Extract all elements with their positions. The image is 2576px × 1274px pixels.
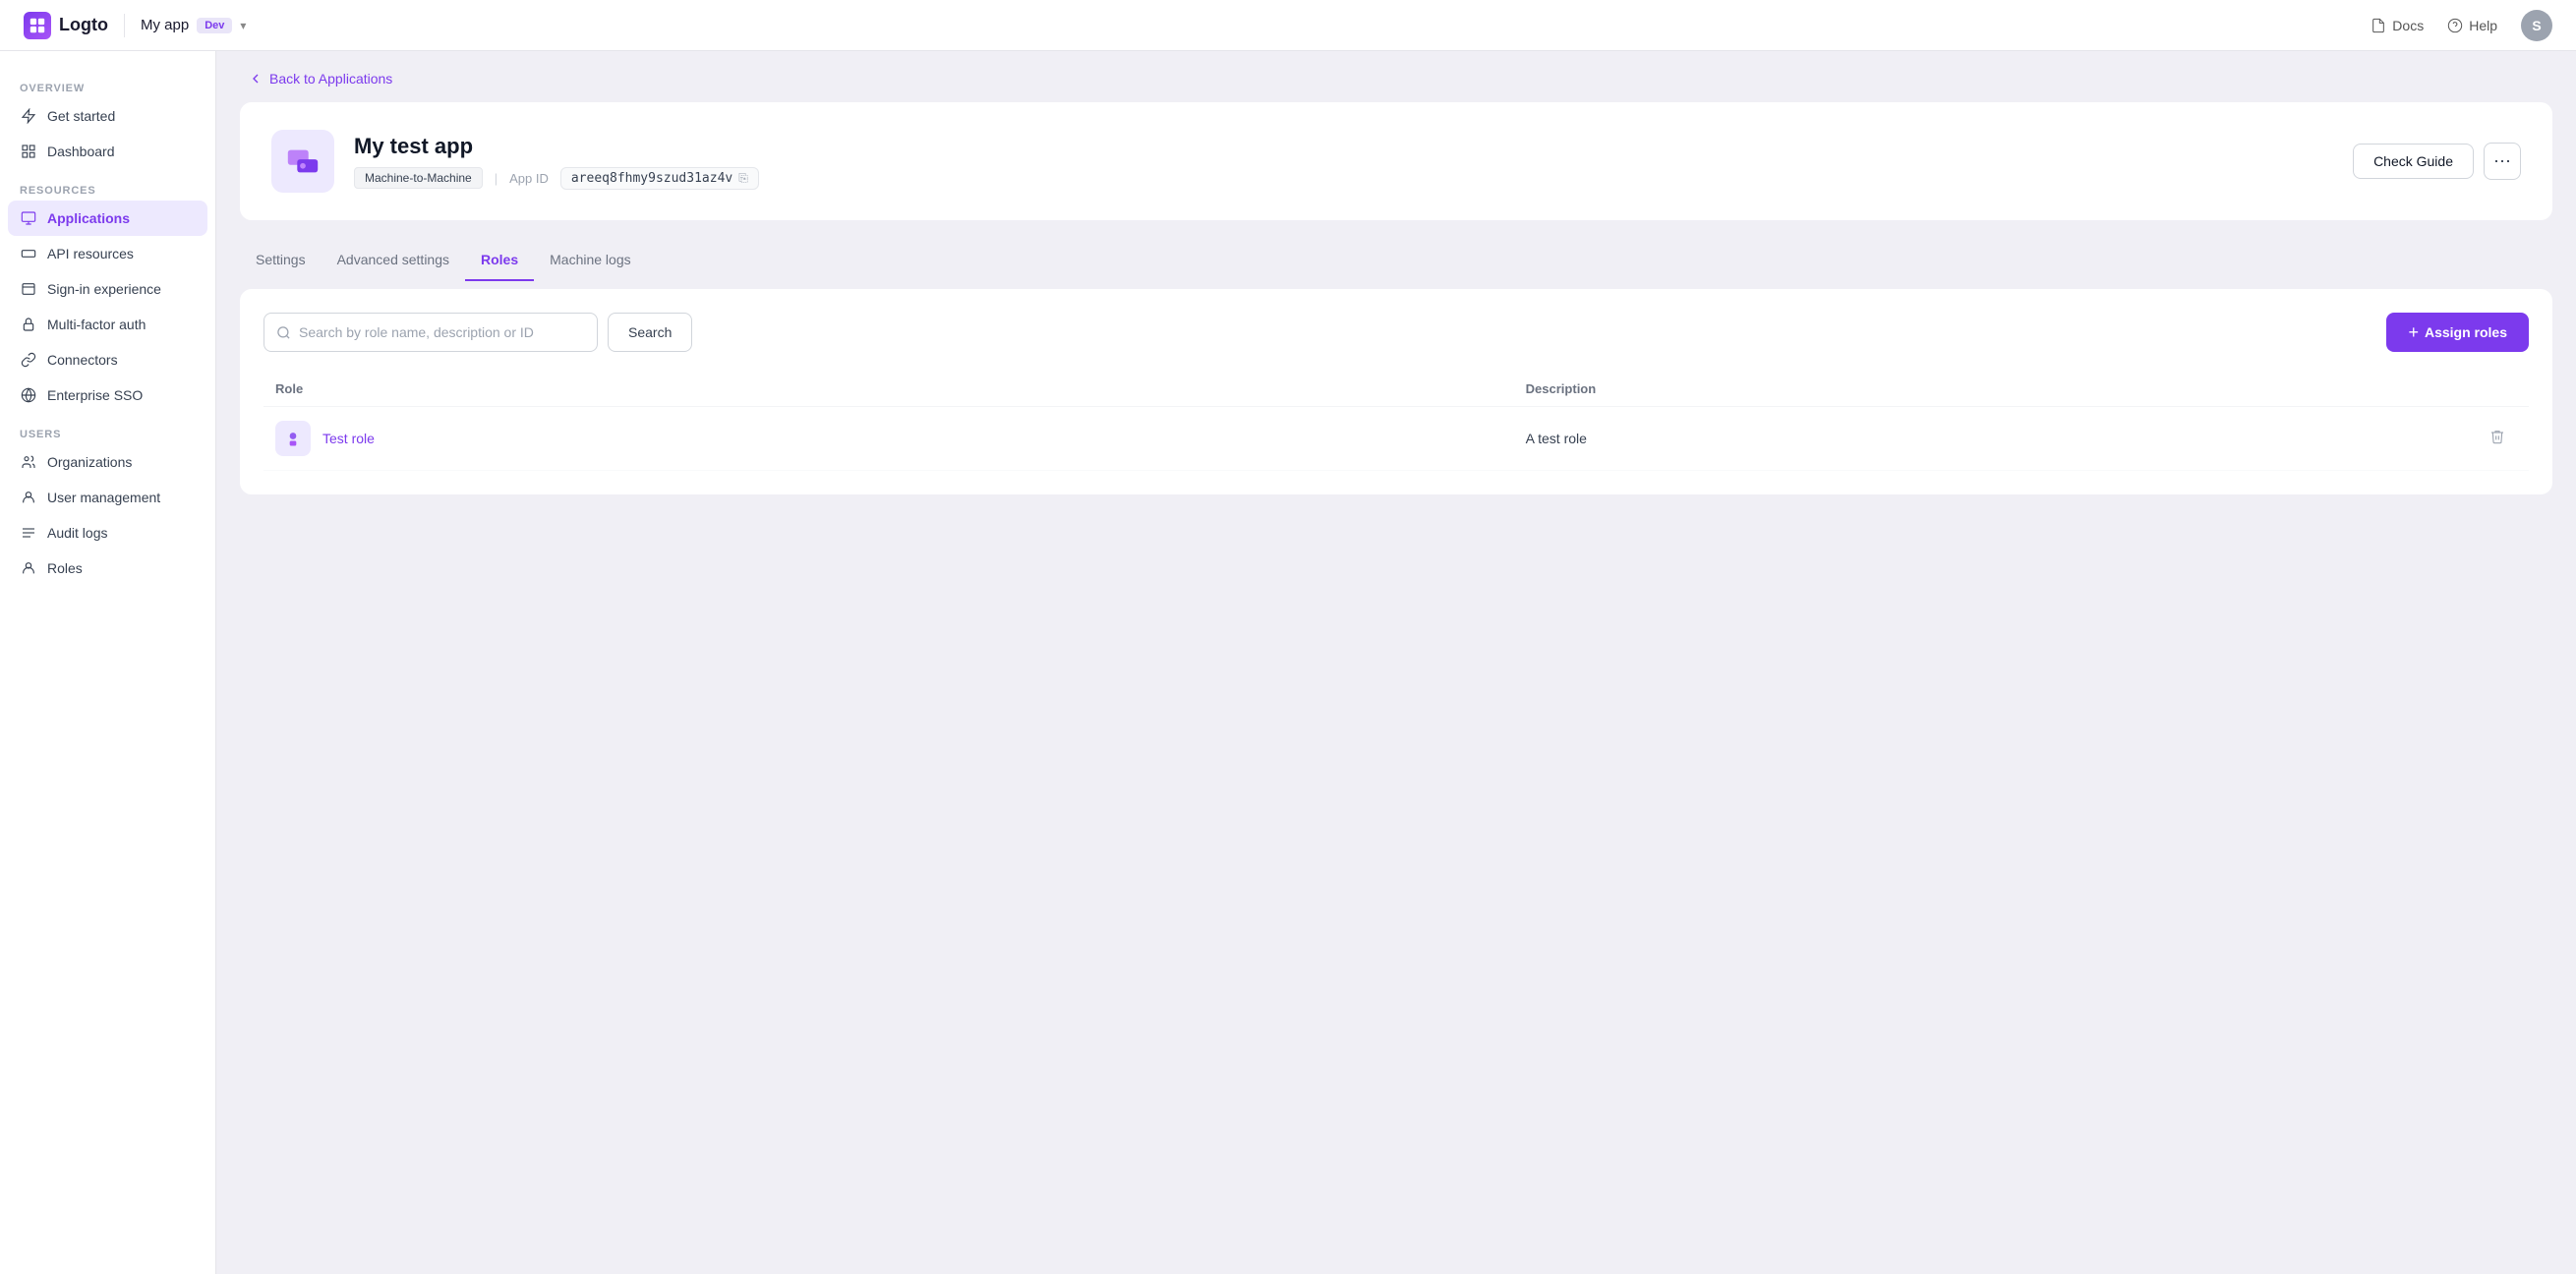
app-id-value: areeq8fhmy9szud31az4v ⎘ bbox=[560, 167, 759, 190]
enterprise-sso-icon bbox=[20, 386, 37, 404]
col-role: Role bbox=[263, 372, 1514, 407]
back-to-applications-link[interactable]: Back to Applications bbox=[216, 51, 2576, 102]
docs-link[interactable]: Docs bbox=[2371, 18, 2424, 33]
sidebar-item-connectors[interactable]: Connectors bbox=[0, 342, 215, 377]
search-button[interactable]: Search bbox=[608, 313, 692, 352]
sidebar-item-audit-logs[interactable]: Audit logs bbox=[0, 515, 215, 550]
mfa-icon bbox=[20, 316, 37, 333]
more-options-button[interactable]: ⋯ bbox=[2484, 143, 2521, 180]
help-icon bbox=[2447, 18, 2463, 33]
m2m-badge: Machine-to-Machine bbox=[354, 167, 483, 189]
user-management-icon bbox=[20, 489, 37, 506]
sidebar-item-dashboard[interactable]: Dashboard bbox=[0, 134, 215, 169]
avatar[interactable]: S bbox=[2521, 10, 2552, 41]
resources-section-label: RESOURCES bbox=[0, 177, 215, 201]
connectors-icon bbox=[20, 351, 37, 369]
topnav-right: Docs Help S bbox=[2371, 10, 2552, 41]
table-row: Test role A test role bbox=[263, 407, 2529, 471]
sidebar-item-multi-factor-auth[interactable]: Multi-factor auth bbox=[0, 307, 215, 342]
tabs-bar: Settings Advanced settings Roles Machine… bbox=[216, 240, 2576, 281]
app-name-label: My app bbox=[141, 17, 189, 33]
check-guide-button[interactable]: Check Guide bbox=[2353, 144, 2474, 179]
roles-icon bbox=[20, 559, 37, 577]
sidebar-item-roles[interactable]: Roles bbox=[0, 550, 215, 586]
help-link[interactable]: Help bbox=[2447, 18, 2497, 33]
logo[interactable]: Logto bbox=[24, 12, 108, 39]
sidebar-item-get-started[interactable]: Get started bbox=[0, 98, 215, 134]
dashboard-icon bbox=[20, 143, 37, 160]
app-card-actions: Check Guide ⋯ bbox=[2353, 143, 2521, 180]
ellipsis-icon: ⋯ bbox=[2493, 151, 2511, 172]
top-navigation: Logto My app Dev ▾ Docs Help S bbox=[0, 0, 2576, 51]
tab-roles[interactable]: Roles bbox=[465, 240, 534, 281]
roles-table-body: Test role A test role bbox=[263, 407, 2529, 471]
roles-table-head: Role Description bbox=[263, 372, 2529, 407]
role-cell: Test role bbox=[263, 407, 1514, 471]
plus-icon: + bbox=[2408, 322, 2419, 343]
app-info: My test app Machine-to-Machine | App ID … bbox=[354, 134, 2333, 190]
sidebar-item-user-management[interactable]: User management bbox=[0, 480, 215, 515]
logo-icon bbox=[24, 12, 51, 39]
sidebar-item-applications[interactable]: Applications bbox=[8, 201, 207, 236]
sidebar-item-sign-in-experience[interactable]: Sign-in experience bbox=[0, 271, 215, 307]
users-section-label: USERS bbox=[0, 421, 215, 444]
main-content: Back to Applications My test app Machine… bbox=[216, 51, 2576, 1274]
search-input[interactable] bbox=[299, 324, 585, 340]
roles-content-panel: Search + Assign roles Role Description bbox=[240, 289, 2552, 494]
copy-icon[interactable]: ⎘ bbox=[738, 171, 748, 186]
tab-machine-logs[interactable]: Machine logs bbox=[534, 240, 647, 281]
docs-icon bbox=[2371, 18, 2386, 33]
app-body: OVERVIEW Get started Dashboard RESOURCES… bbox=[0, 51, 2576, 1274]
sidebar-item-api-resources[interactable]: API resources bbox=[0, 236, 215, 271]
audit-logs-icon bbox=[20, 524, 37, 542]
app-card: My test app Machine-to-Machine | App ID … bbox=[240, 102, 2552, 220]
sidebar-item-organizations[interactable]: Organizations bbox=[0, 444, 215, 480]
role-icon bbox=[275, 421, 311, 456]
api-resources-icon bbox=[20, 245, 37, 262]
app-id-label: App ID bbox=[509, 171, 549, 186]
delete-role-button[interactable] bbox=[2482, 425, 2513, 453]
chevron-left-icon bbox=[248, 71, 263, 87]
search-input-wrap[interactable] bbox=[263, 313, 598, 352]
app-name: My test app bbox=[354, 134, 2333, 159]
logo-text: Logto bbox=[59, 15, 108, 35]
organizations-icon bbox=[20, 453, 37, 471]
roles-table: Role Description bbox=[263, 372, 2529, 471]
meta-divider: | bbox=[495, 171, 498, 186]
get-started-icon bbox=[20, 107, 37, 125]
sidebar-item-enterprise-sso[interactable]: Enterprise SSO bbox=[0, 377, 215, 413]
tab-settings[interactable]: Settings bbox=[240, 240, 322, 281]
env-badge: Dev bbox=[197, 18, 232, 33]
role-name-link[interactable]: Test role bbox=[322, 431, 375, 446]
sidebar: OVERVIEW Get started Dashboard RESOURCES… bbox=[0, 51, 216, 1274]
assign-roles-button[interactable]: + Assign roles bbox=[2386, 313, 2529, 352]
role-avatar-icon bbox=[283, 429, 303, 448]
app-icon-box bbox=[271, 130, 334, 193]
applications-icon bbox=[20, 209, 37, 227]
col-description: Description bbox=[1514, 372, 2470, 407]
app-meta: Machine-to-Machine | App ID areeq8fhmy9s… bbox=[354, 167, 2333, 190]
role-actions bbox=[2470, 407, 2529, 471]
chevron-down-icon[interactable]: ▾ bbox=[240, 19, 246, 32]
search-row: Search + Assign roles bbox=[263, 313, 2529, 352]
overview-section-label: OVERVIEW bbox=[0, 75, 215, 98]
app-selector[interactable]: My app Dev ▾ bbox=[141, 17, 246, 33]
tab-advanced-settings[interactable]: Advanced settings bbox=[322, 240, 465, 281]
trash-icon bbox=[2489, 429, 2505, 444]
col-actions bbox=[2470, 372, 2529, 407]
search-icon bbox=[276, 325, 291, 340]
role-description: A test role bbox=[1514, 407, 2470, 471]
nav-divider bbox=[124, 14, 125, 37]
app-type-icon bbox=[284, 143, 322, 180]
sign-in-icon bbox=[20, 280, 37, 298]
